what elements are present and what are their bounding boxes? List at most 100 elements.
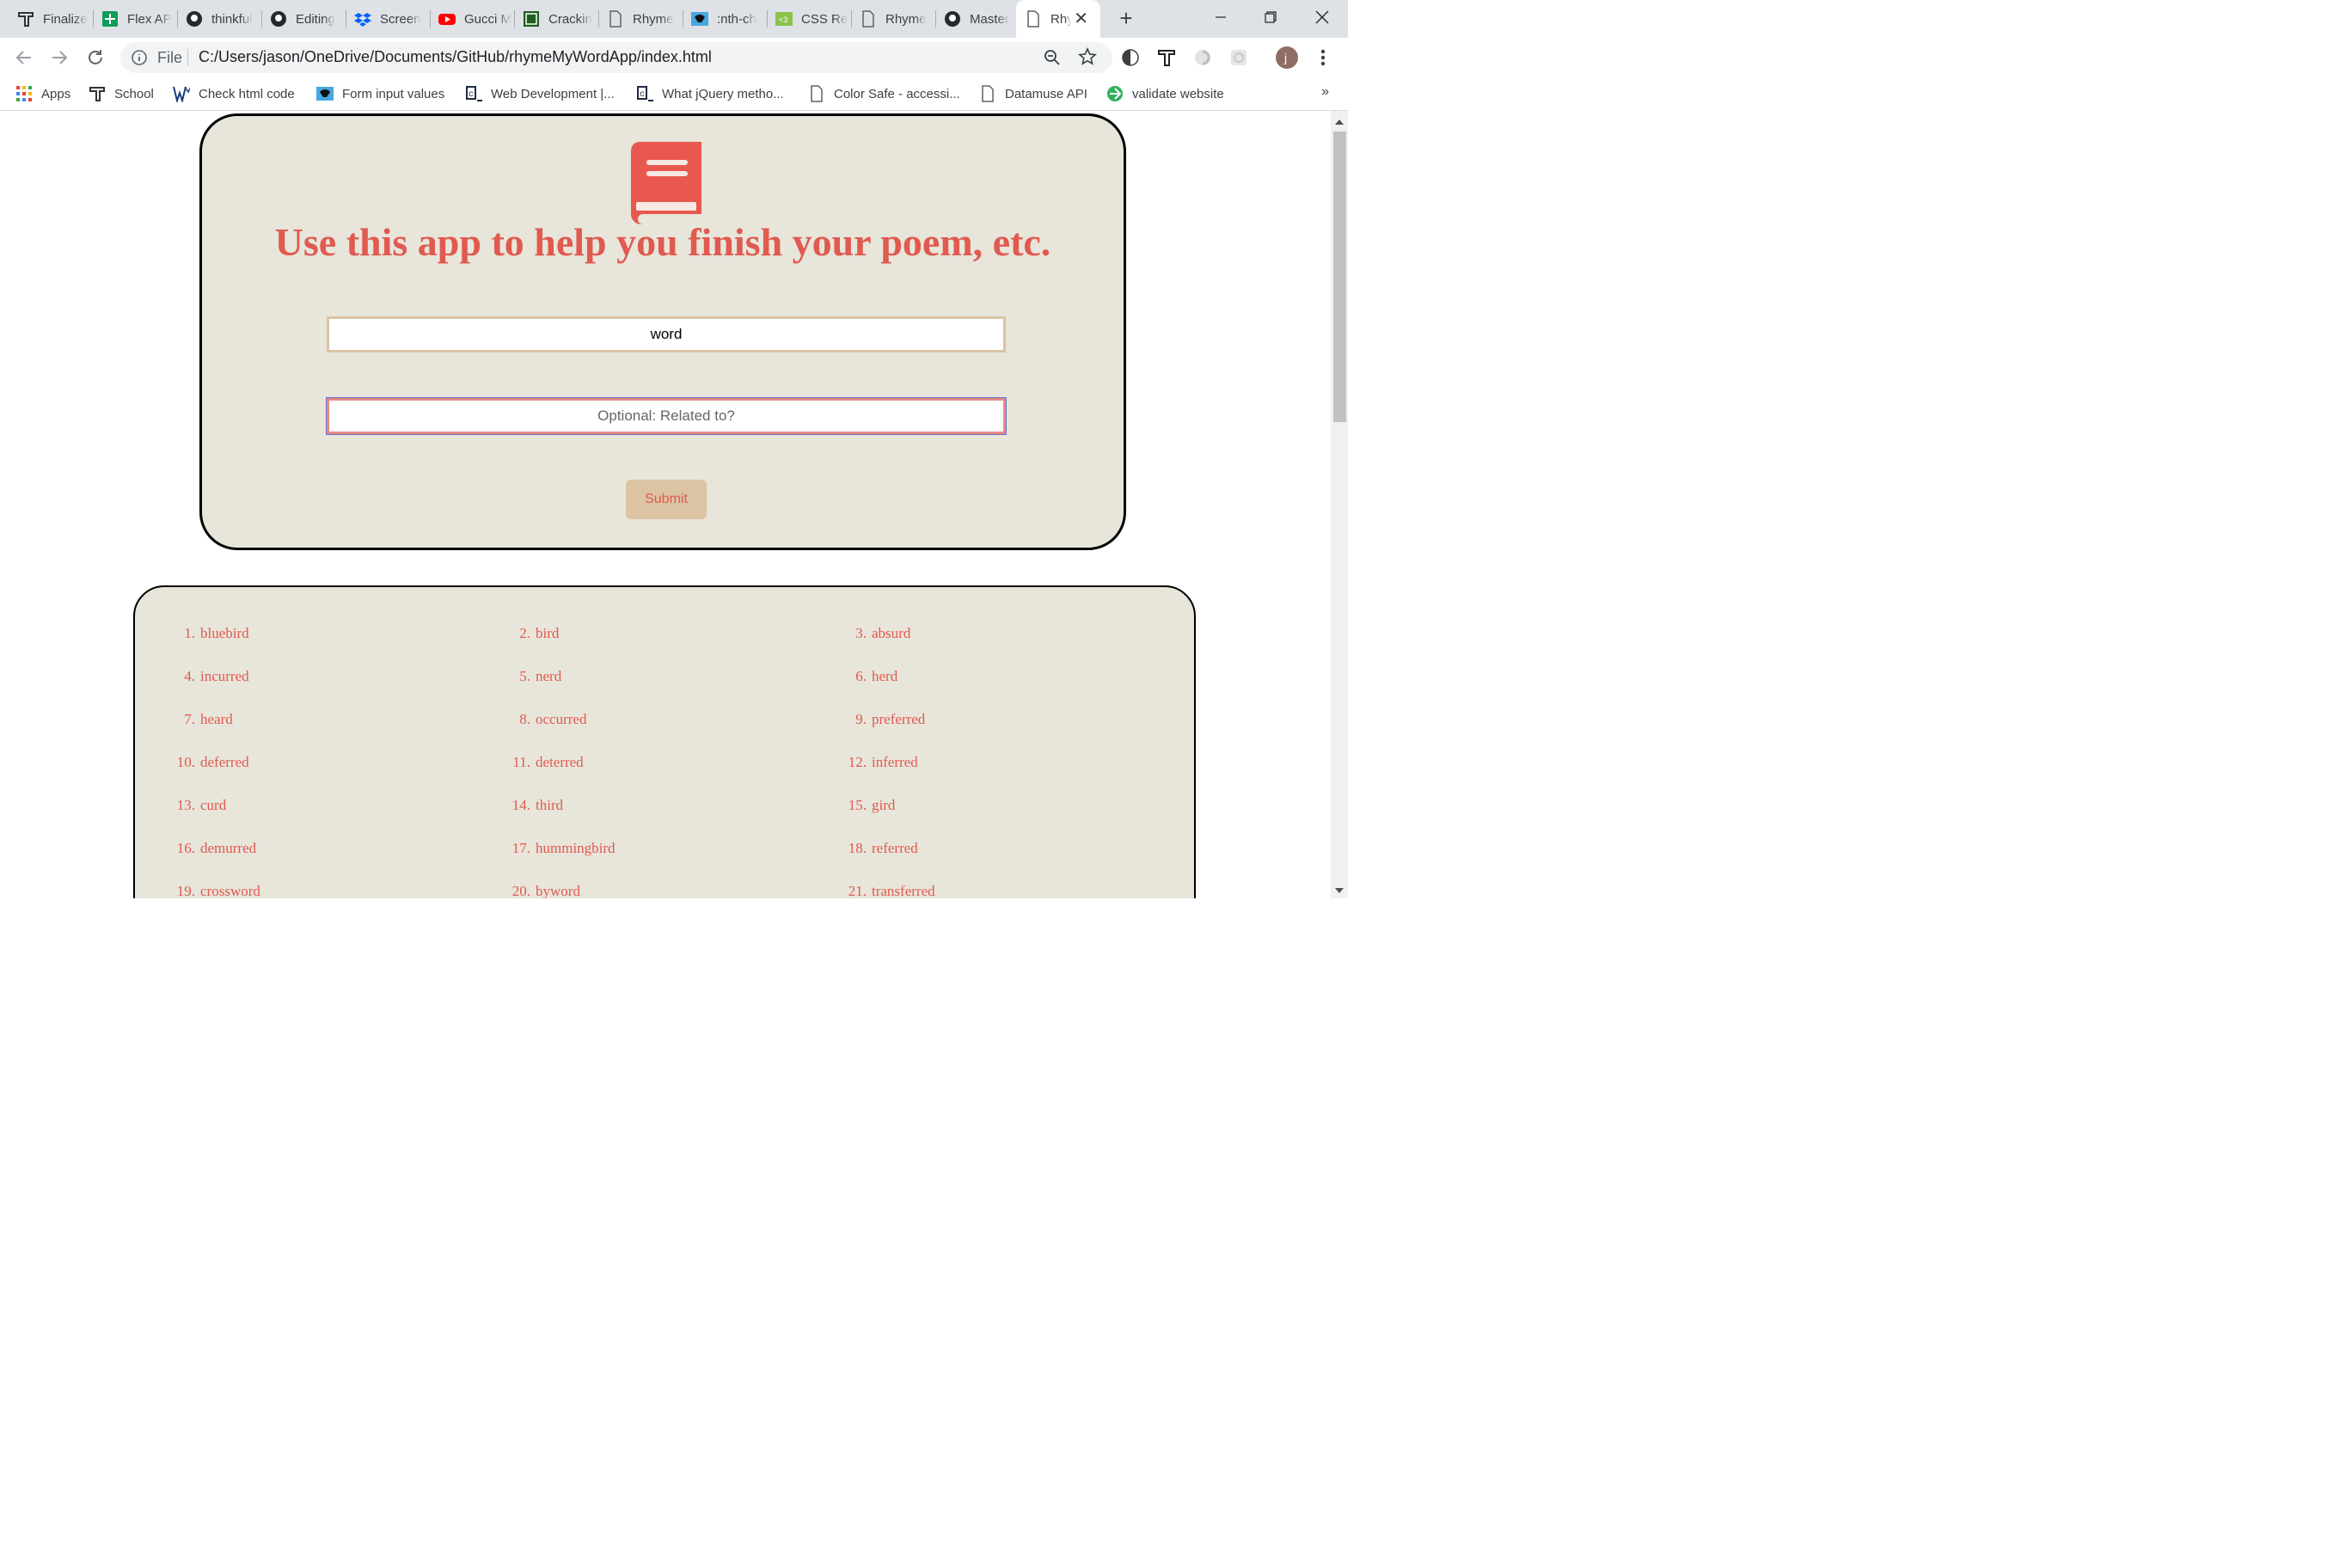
tab[interactable]: thinkful: [177, 0, 261, 38]
extension-icon[interactable]: [1191, 46, 1214, 69]
tab-label: Gucci M: [464, 11, 512, 27]
back-button[interactable]: [12, 46, 36, 70]
bookmark-check-html[interactable]: Check html code: [173, 84, 295, 103]
scroll-thumb[interactable]: [1333, 132, 1346, 422]
related-to-input[interactable]: Optional: Related to?: [326, 397, 1007, 435]
thinkful-icon: [89, 85, 106, 102]
result-number: 12.: [848, 754, 867, 770]
youtube-icon: [438, 10, 456, 28]
result-word: occurred: [536, 711, 587, 727]
tab-active[interactable]: Rhy ✕: [1016, 0, 1100, 38]
tab[interactable]: Crackin: [514, 0, 598, 38]
page-title: Use this app to help you finish your poe…: [274, 220, 1051, 264]
result-number: 2.: [519, 625, 530, 641]
bookmarks-overflow-button[interactable]: »: [1321, 84, 1329, 100]
bookmark-jquery[interactable]: c What jQuery metho...: [636, 84, 784, 103]
zoom-icon[interactable]: [1044, 49, 1061, 66]
rhyme-result-item: 13. curd: [166, 797, 226, 814]
close-window-button[interactable]: [1297, 0, 1347, 34]
bookmark-form-input[interactable]: Form input values: [316, 84, 444, 103]
result-number: 16.: [176, 840, 195, 856]
back-arrow-icon: [15, 51, 31, 64]
result-word: crossword: [200, 883, 260, 898]
bookmark-label: Color Safe - accessi...: [834, 86, 960, 101]
bookmark-validate[interactable]: validate website: [1106, 84, 1224, 103]
reload-button[interactable]: [83, 46, 107, 70]
dropbox-icon: [354, 10, 371, 28]
book-icon: [631, 142, 701, 224]
result-word: transferred: [872, 883, 935, 898]
rhyme-result-item: 17. hummingbird: [501, 840, 616, 857]
bookmark-label: Form input values: [342, 86, 445, 101]
tab-label: :nth-ch: [717, 11, 756, 27]
css-tricks-icon: [316, 85, 334, 102]
result-number: 11.: [512, 754, 530, 770]
bookmark-web-dev[interactable]: c Web Development |...: [465, 84, 615, 103]
extension-icon[interactable]: [1228, 46, 1250, 69]
tab[interactable]: <3 CSS Re: [767, 0, 851, 38]
bookmark-school[interactable]: School: [89, 84, 154, 103]
forward-button[interactable]: [47, 46, 71, 70]
tab[interactable]: Editing: [261, 0, 346, 38]
new-tab-button[interactable]: +: [1114, 7, 1138, 31]
tab[interactable]: Rhyme: [851, 0, 935, 38]
tab-label: thinkful: [211, 11, 253, 27]
result-word: deterred: [536, 754, 584, 770]
omnibox-divider: [187, 49, 188, 66]
bookmark-color-safe[interactable]: Color Safe - accessi...: [808, 84, 960, 103]
result-number: 5.: [519, 668, 530, 684]
menu-kebab-icon[interactable]: [1312, 46, 1334, 69]
tab[interactable]: Gucci M: [430, 0, 514, 38]
github-icon: [186, 10, 203, 28]
page-icon: [979, 85, 996, 102]
profile-avatar[interactable]: j: [1276, 46, 1298, 69]
bookmark-star-icon[interactable]: [1078, 47, 1097, 66]
result-word: absurd: [872, 625, 911, 641]
result-number: 10.: [176, 754, 195, 770]
rhyme-result-item: 12. inferred: [837, 754, 918, 771]
tab-label: CSS Re: [801, 11, 848, 27]
address-bar[interactable]: File C:/Users/jason/OneDrive/Documents/G…: [120, 42, 1112, 73]
tab-label: Crackin: [548, 11, 592, 27]
tab[interactable]: Screen: [346, 0, 430, 38]
results-panel: 1. bluebird 2. bird 3. absurd 4. incurred 5. nerd…: [133, 585, 1196, 898]
page-viewport: Use this app to help you finish your poe…: [0, 111, 1331, 898]
tab[interactable]: :nth-ch: [683, 0, 767, 38]
dark-mode-extension-icon[interactable]: [1119, 46, 1142, 69]
info-icon[interactable]: [131, 49, 148, 66]
rhyme-result-item: 15. gird: [837, 797, 896, 814]
result-word: third: [536, 797, 564, 813]
tab-label: Finalize: [43, 11, 88, 27]
rhyme-result-item: 7. heard: [166, 711, 233, 728]
result-word: heard: [200, 711, 233, 727]
word-input[interactable]: word: [327, 316, 1006, 352]
tab[interactable]: Master: [935, 0, 1016, 38]
scroll-up-icon[interactable]: [1335, 119, 1344, 125]
search-panel: Use this app to help you finish your poe…: [199, 113, 1126, 550]
svg-text:<3: <3: [779, 15, 787, 24]
thinkful-extension-icon[interactable]: [1155, 46, 1178, 69]
tab[interactable]: Rhyme: [598, 0, 683, 38]
tab[interactable]: Finalize: [9, 0, 93, 38]
result-word: referred: [872, 840, 918, 856]
scroll-down-icon[interactable]: [1335, 888, 1344, 893]
bookmark-label: Datamuse API: [1005, 86, 1087, 101]
result-number: 9.: [855, 711, 867, 727]
restore-button[interactable]: [1246, 0, 1295, 34]
url-text[interactable]: C:/Users/jason/OneDrive/Documents/GitHub…: [199, 48, 712, 66]
bookmark-datamuse[interactable]: Datamuse API: [979, 84, 1087, 103]
result-word: curd: [200, 797, 227, 813]
submit-button[interactable]: Submit: [626, 480, 707, 519]
minimize-button[interactable]: [1196, 0, 1246, 34]
codecademy-icon: c: [465, 85, 482, 102]
close-tab-icon[interactable]: ✕: [1074, 10, 1088, 28]
bookmark-apps[interactable]: Apps: [15, 84, 70, 103]
github-icon: [944, 10, 961, 28]
bookmark-label: Web Development |...: [491, 86, 615, 101]
rhyme-result-item: 9. preferred: [837, 711, 925, 728]
css3-icon: <3: [775, 10, 793, 28]
rhyme-result-item: 20. byword: [501, 883, 580, 898]
codepen-icon: [523, 10, 540, 28]
tab[interactable]: Flex AP: [93, 0, 177, 38]
page-scrollbar[interactable]: [1331, 111, 1348, 898]
